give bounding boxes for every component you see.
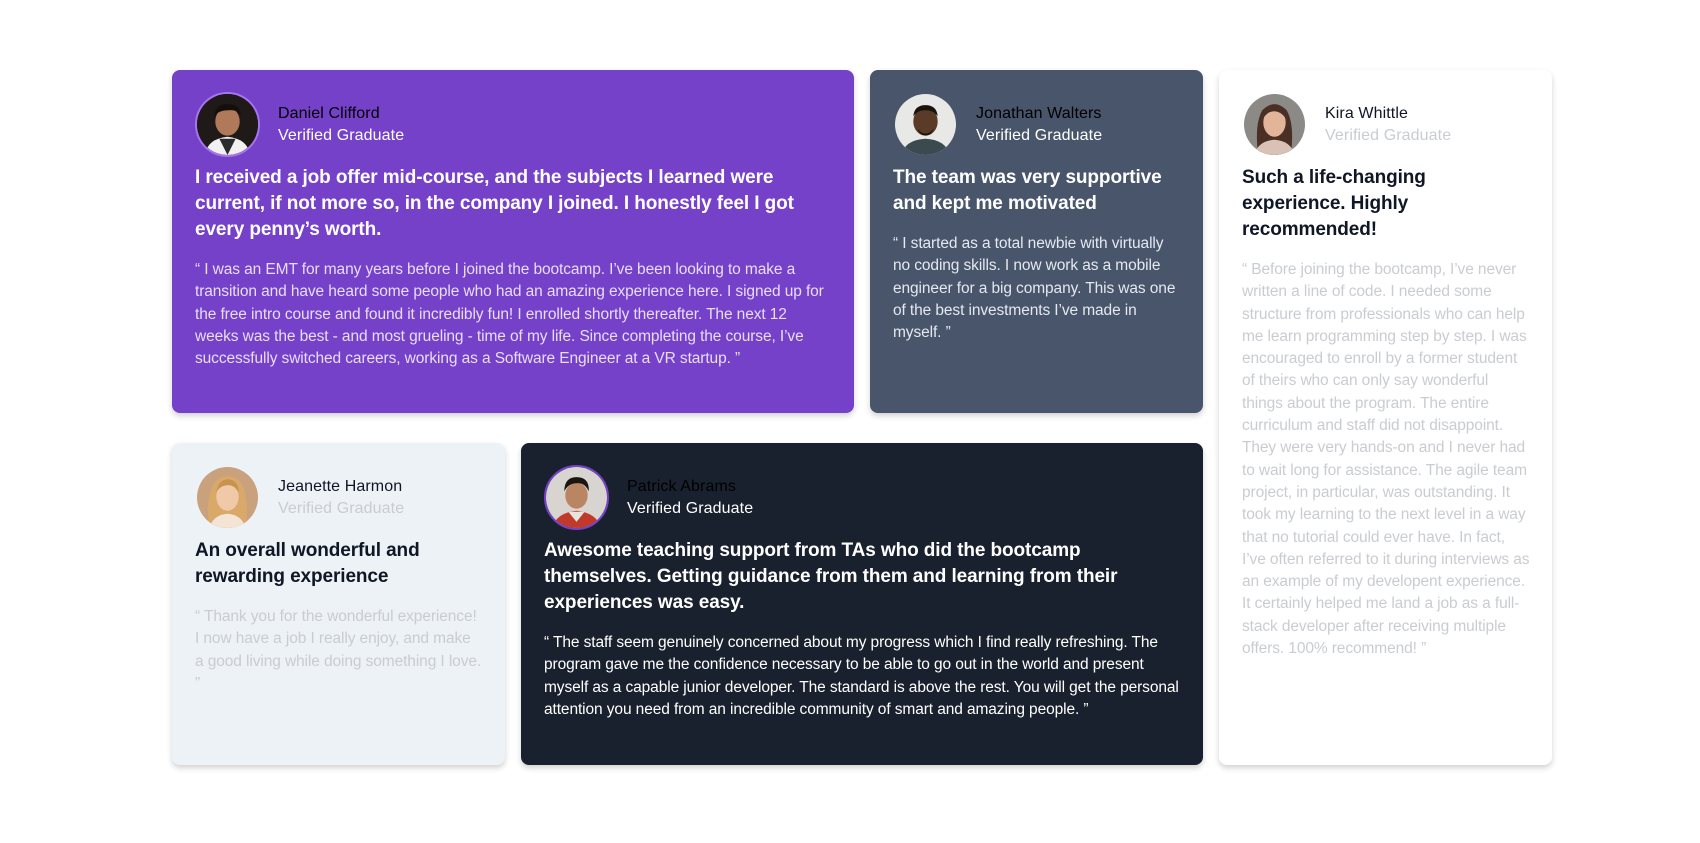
testimonial-quote: “ The staff seem genuinely concerned abo… — [544, 634, 1179, 718]
person-photo-icon — [546, 467, 607, 528]
testimonial-headline: I received a job offer mid-course, and t… — [195, 167, 794, 240]
testimonial-card-jonathan-walters: Jonathan Walters Verified Graduate The t… — [870, 70, 1203, 413]
author-name: Kira Whittle — [1325, 104, 1408, 122]
author-name: Patrick Abrams — [627, 477, 736, 495]
person-photo-icon — [197, 467, 258, 528]
author-info: Kira Whittle Verified Graduate — [1325, 103, 1451, 147]
avatar-daniel-clifford — [195, 92, 260, 157]
person-photo-icon — [895, 94, 956, 155]
testimonials-grid: Daniel Clifford Verified Graduate I rece… — [172, 70, 1552, 766]
author-role: Verified Graduate — [976, 126, 1103, 144]
author-role: Verified Graduate — [278, 499, 405, 517]
author-info: Patrick Abrams Verified Graduate — [627, 476, 753, 520]
author-info: Jonathan Walters Verified Graduate — [976, 103, 1102, 147]
testimonial-quote: “ I was an EMT for many years before I j… — [195, 261, 824, 368]
author-info: Jeanette Harmon Verified Graduate — [278, 476, 404, 520]
testimonial-card-patrick-abrams: Patrick Abrams Verified Graduate Awesome… — [521, 443, 1203, 765]
testimonial-quote: “ Before joining the bootcamp, I’ve neve… — [1242, 261, 1530, 658]
testimonial-quote: “ I started as a total newbie with virtu… — [893, 235, 1176, 342]
author-name: Jeanette Harmon — [278, 477, 403, 495]
author-name: Jonathan Walters — [976, 104, 1102, 122]
testimonial-quote: “ Thank you for the wonderful experience… — [195, 608, 482, 692]
testimonial-headline: An overall wonderful and rewarding exper… — [195, 540, 420, 587]
author-role: Verified Graduate — [1325, 126, 1452, 144]
card-header: Kira Whittle Verified Graduate — [1242, 92, 1530, 157]
testimonial-headline: Such a life-changing experience. Highly … — [1242, 167, 1426, 240]
testimonial-headline: The team was very supportive and kept me… — [893, 167, 1162, 214]
card-header: Jonathan Walters Verified Graduate — [893, 92, 1181, 157]
person-photo-icon — [1244, 94, 1305, 155]
avatar-jonathan-walters — [893, 92, 958, 157]
avatar-jeanette-harmon — [195, 465, 260, 530]
avatar-patrick-abrams — [544, 465, 609, 530]
author-info: Daniel Clifford Verified Graduate — [278, 103, 404, 147]
testimonial-headline: Awesome teaching support from TAs who di… — [544, 540, 1118, 613]
testimonial-card-daniel-clifford: Daniel Clifford Verified Graduate I rece… — [172, 70, 854, 413]
card-header: Daniel Clifford Verified Graduate — [195, 92, 832, 157]
card-header: Patrick Abrams Verified Graduate — [544, 465, 1181, 530]
testimonial-card-jeanette-harmon: Jeanette Harmon Verified Graduate An ove… — [172, 443, 505, 765]
avatar-kira-whittle — [1242, 92, 1307, 157]
author-name: Daniel Clifford — [278, 104, 380, 122]
author-role: Verified Graduate — [278, 126, 405, 144]
testimonial-card-kira-whittle: Kira Whittle Verified Graduate Such a li… — [1219, 70, 1552, 765]
person-photo-icon — [197, 94, 258, 155]
author-role: Verified Graduate — [627, 499, 754, 517]
card-header: Jeanette Harmon Verified Graduate — [195, 465, 483, 530]
